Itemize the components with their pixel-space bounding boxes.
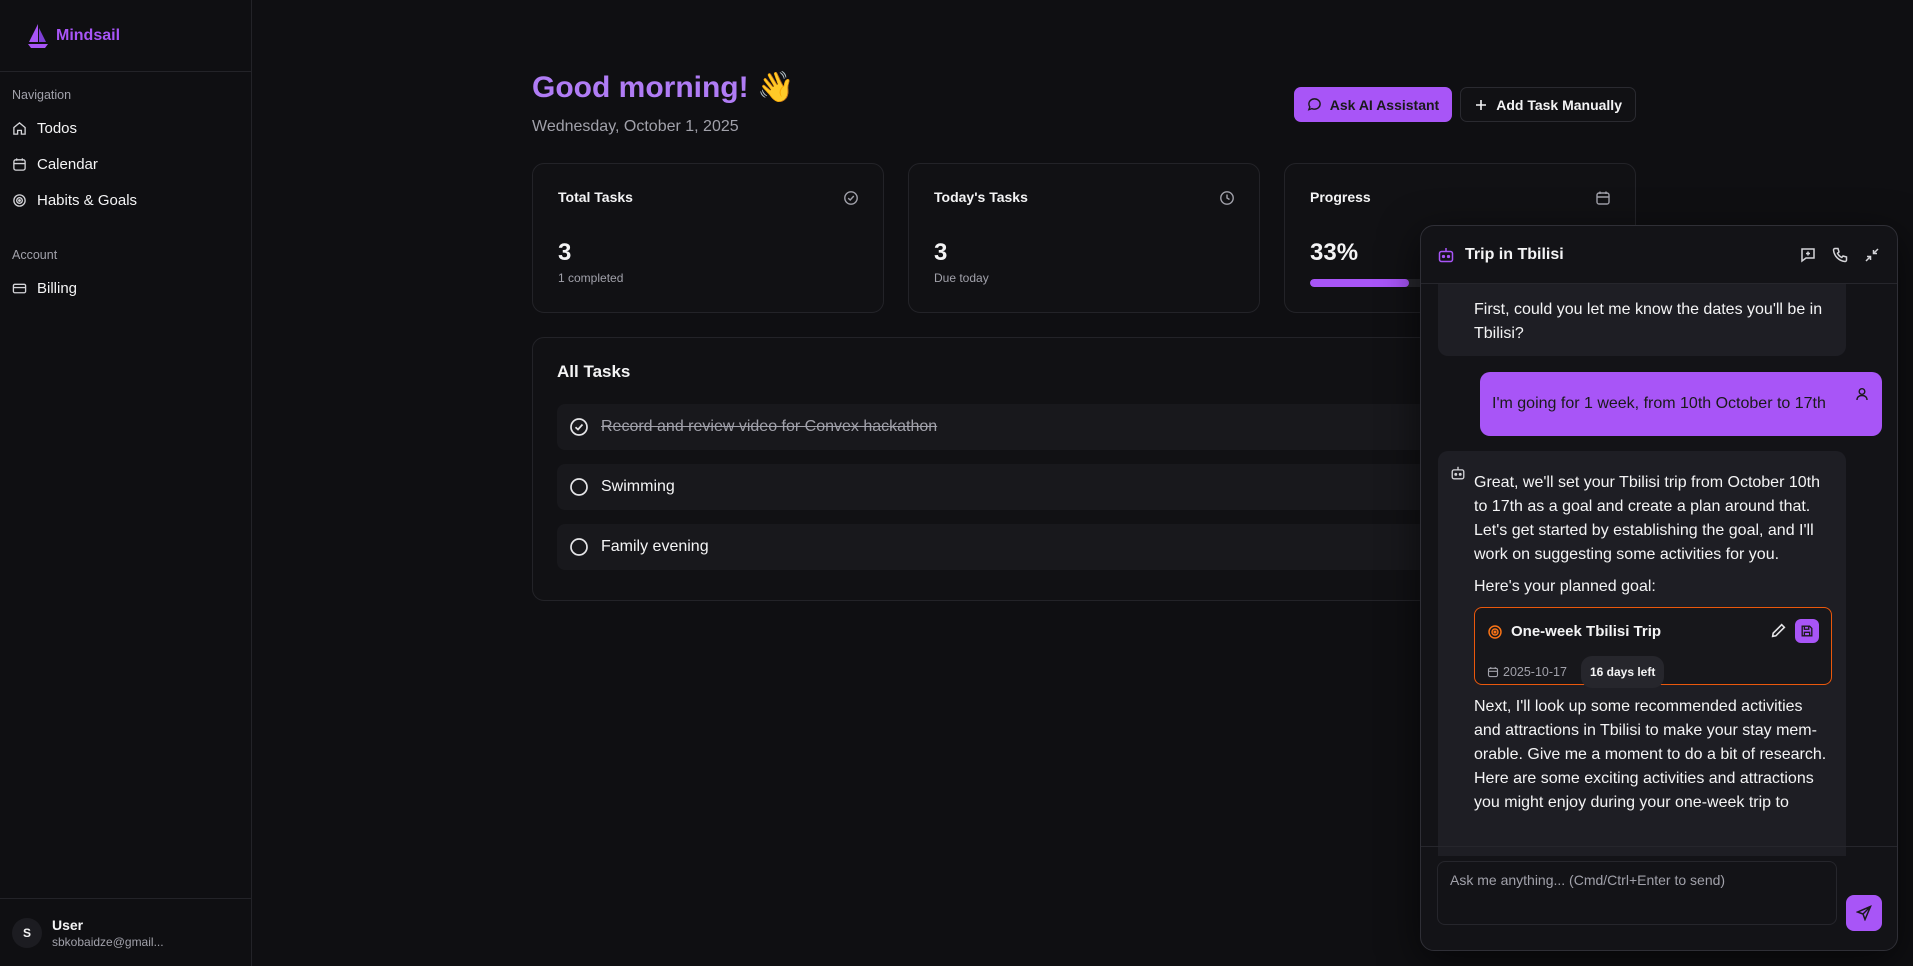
calendar-icon: [1487, 666, 1499, 678]
brand-name: Mindsail: [56, 26, 121, 44]
goal-title: One-week Tbilisi Trip: [1511, 623, 1662, 640]
new-chat-icon[interactable]: [1799, 246, 1817, 264]
task-label: Record and review video for Convex hacka…: [601, 418, 938, 435]
stat-sub: Due today: [934, 271, 989, 285]
target-icon: [1487, 624, 1503, 640]
save-icon: [1800, 624, 1814, 638]
stat-title: Today's Tasks: [934, 189, 1028, 205]
sidebar-item-label: Todos: [37, 119, 78, 137]
sidebar-item-calendar[interactable]: Calendar: [12, 146, 239, 182]
home-icon: [12, 121, 27, 136]
sailboat-icon: [26, 22, 50, 50]
sidebar: Mindsail Navigation Todos Calendar Habit…: [0, 0, 252, 966]
avatar: S: [12, 917, 42, 948]
user-message: I'm going for 1 week, from 10th October …: [1480, 372, 1882, 436]
plus-icon: [1474, 98, 1488, 112]
check-circle-icon: [843, 190, 859, 206]
todays-tasks-card: Today's Tasks 3 Due today: [908, 163, 1260, 313]
chat-panel: Trip in Tbilisi First, could you let me …: [1420, 225, 1898, 951]
chat-input[interactable]: [1437, 861, 1837, 925]
progress-fill: [1310, 279, 1409, 287]
ask-ai-button[interactable]: Ask AI Assistant: [1293, 87, 1453, 122]
user-info: User sbkobaidze@gmail...: [52, 917, 164, 949]
chat-title: Trip in Tbilisi: [1465, 245, 1564, 263]
target-icon: [12, 193, 27, 208]
message-circle-icon: [1307, 97, 1322, 112]
send-button[interactable]: [1846, 895, 1882, 931]
task-label: Swimming: [601, 478, 675, 495]
chat-composer: [1421, 846, 1897, 950]
calendar-icon: [1595, 190, 1611, 206]
ask-ai-label: Ask AI Assistant: [1329, 96, 1440, 113]
stat-title: Total Tasks: [558, 189, 633, 205]
total-tasks-card: Total Tasks 3 1 completed: [532, 163, 884, 313]
add-task-label: Add Task Manually: [1496, 96, 1622, 113]
pencil-icon[interactable]: [1770, 622, 1787, 639]
sidebar-item-habits-goals[interactable]: Habits & Goals: [12, 182, 239, 218]
bot-icon: [1450, 465, 1466, 481]
account-heading: Account: [12, 248, 58, 262]
sidebar-item-todos[interactable]: Todos: [12, 110, 239, 146]
message-text: Next, I'll look up some recommended acti…: [1474, 698, 1827, 811]
goal-date: 2025-10-17: [1487, 660, 1567, 684]
message-text: Here's your planned goal:: [1474, 578, 1656, 595]
bot-icon: [1437, 246, 1455, 264]
assistant-message: First, could you let me know the dates y…: [1438, 284, 1846, 356]
page-title: Good morning! 👋: [532, 71, 795, 104]
stat-value: 3: [934, 239, 948, 266]
message-text: I'm going for 1 week, from 10th October …: [1492, 395, 1826, 412]
calendar-icon: [12, 157, 27, 172]
check-circle-icon[interactable]: [569, 417, 589, 437]
credit-card-icon: [12, 281, 27, 296]
message-text: Great, we'll set your Tbilisi trip from …: [1474, 474, 1820, 563]
phone-icon[interactable]: [1831, 246, 1849, 264]
nav-section: Navigation Todos Calendar Habits & Goals: [0, 72, 251, 218]
account-section: Account Billing: [0, 218, 251, 306]
chat-header: Trip in Tbilisi: [1421, 226, 1897, 284]
stat-sub: 1 completed: [558, 271, 624, 285]
sidebar-item-label: Calendar: [37, 155, 98, 173]
circle-icon[interactable]: [569, 477, 589, 497]
circle-icon[interactable]: [569, 537, 589, 557]
minimize-icon[interactable]: [1863, 246, 1881, 264]
goal-date-text: 2025-10-17: [1503, 665, 1567, 679]
user-menu[interactable]: S User sbkobaidze@gmail...: [0, 898, 252, 966]
brand[interactable]: Mindsail: [0, 0, 251, 72]
sidebar-item-label: Billing: [37, 279, 78, 297]
save-goal-button[interactable]: [1795, 619, 1819, 643]
stat-title: Progress: [1310, 189, 1371, 205]
add-task-button[interactable]: Add Task Manually: [1460, 87, 1636, 122]
stat-value: 3: [558, 239, 572, 266]
days-left-badge: 16 days left: [1580, 656, 1665, 688]
assistant-message: Great, we'll set your Tbilisi trip from …: [1438, 451, 1846, 856]
sidebar-item-label: Habits & Goals: [37, 191, 138, 209]
clock-icon: [1219, 190, 1235, 206]
header-actions: Ask AI Assistant Add Task Manually: [1293, 87, 1636, 122]
current-date: Wednesday, October 1, 2025: [532, 118, 739, 135]
user-icon: [1854, 386, 1870, 402]
task-label: Family evening: [601, 538, 709, 555]
send-icon: [1856, 905, 1872, 921]
user-email: sbkobaidze@gmail...: [52, 934, 164, 949]
chat-tools: [1799, 246, 1881, 264]
user-name: User: [52, 916, 84, 933]
goal-meta: 2025-10-17 16 days left: [1487, 656, 1819, 688]
nav-heading: Navigation: [12, 88, 72, 102]
chat-messages: First, could you let me know the dates y…: [1421, 284, 1897, 856]
message-text: First, could you let me know the dates y…: [1474, 301, 1823, 342]
goal-card: One-week Tbilisi Trip 2025-10-17 16 days…: [1474, 607, 1832, 688]
sidebar-item-billing[interactable]: Billing: [12, 270, 239, 306]
